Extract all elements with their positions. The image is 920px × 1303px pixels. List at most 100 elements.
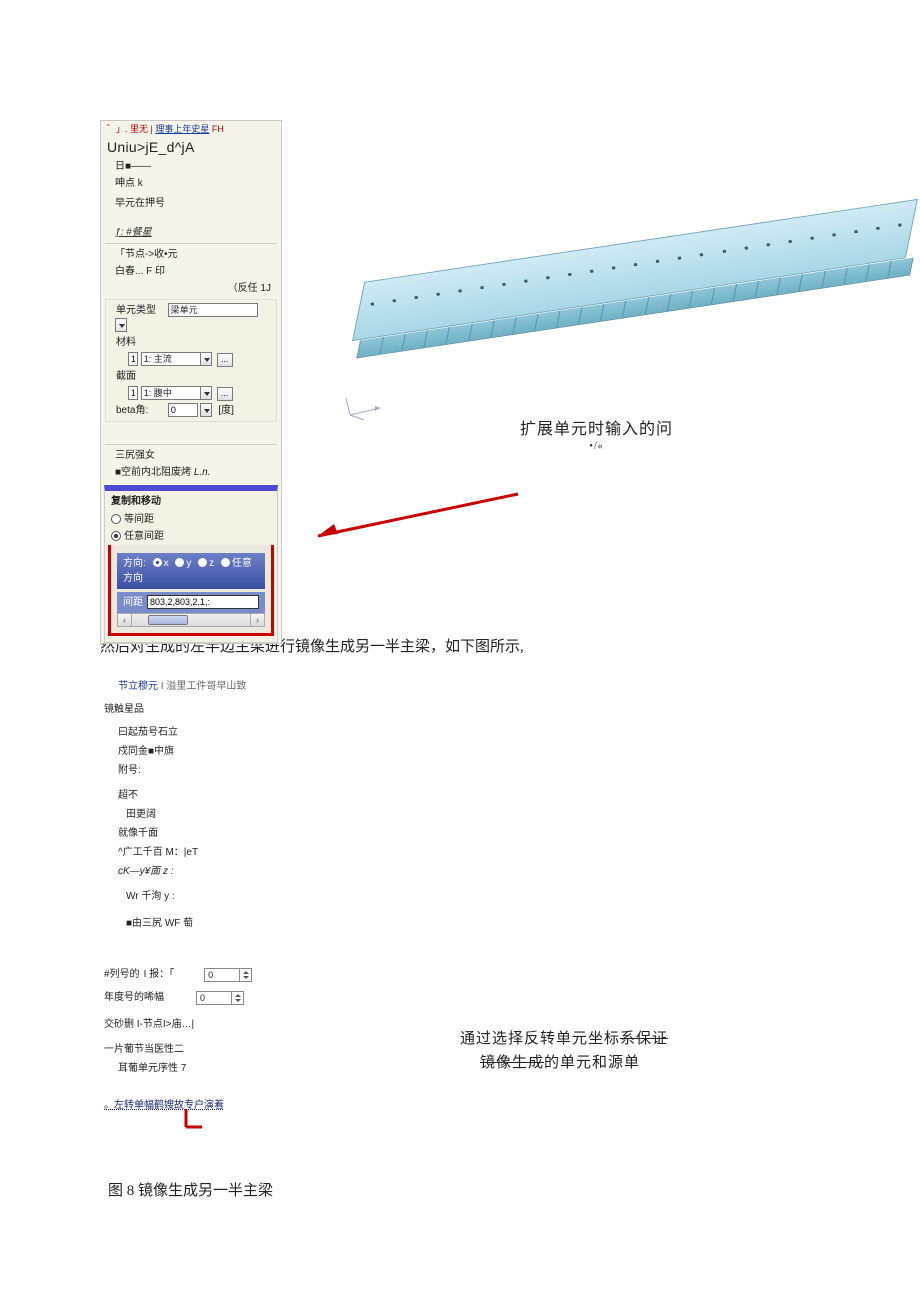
equal-spacing-option[interactable]: 等间距 [111, 511, 271, 528]
panel-row-6: 白春... F 印 [101, 263, 281, 280]
scroll-right-icon[interactable]: › [250, 614, 264, 626]
increment-spinner-2[interactable]: 0 [196, 991, 244, 1005]
figure-8-region: 节立穆元 I 溢里工件哥早山致 镜触星品 曰起茄号石立 戍同金■中旗 附号: 超… [100, 677, 820, 1167]
panel-big-text: Uniu>jE_d^jA [101, 137, 281, 158]
panel-row-3: 早元在押号 [101, 195, 281, 212]
beta-input[interactable] [168, 403, 198, 417]
fig7-annotation-main: 扩展单元时输入的问 [520, 421, 673, 438]
direction-label: 方向: [123, 558, 146, 569]
panel-row-6a: 白春... F 印 [115, 266, 165, 277]
fig7-annotation-sub: •/« [520, 441, 673, 452]
panel-row-8: ■空前内北阻废烤 L.n. [101, 464, 281, 481]
tab-b[interactable]: 溢里工件哥早山致 [166, 681, 246, 692]
fig8-annot-l2a: 镜像生成 [480, 1055, 544, 1071]
radio-z[interactable] [198, 558, 207, 567]
material-row: 1: 主流 ... [110, 351, 272, 368]
arbitrary-spacing-option[interactable]: 任意间距 [111, 528, 271, 545]
extend-panel: ゛」. 里无 | 理事上年史星 FH Uniu>jE_d^jA 日■—— 呻点 … [100, 120, 282, 644]
fig8-row-13: 年度号的唏幅 [104, 988, 164, 1007]
radio-y[interactable] [175, 558, 184, 567]
element-props-group: 单元类型 梁单元 材料 1: 主流 ... 截面 1: 腹中 ... be [105, 299, 277, 422]
fig8-row-12b: I 报：「 [144, 965, 175, 984]
fig8-annot-l1: 通过选择反转单元坐标系保证 [460, 1031, 668, 1047]
fig8-annotation: 通过选择反转单元坐标系保证 镜像生成的单元和源单 [460, 1027, 668, 1075]
copy-move-header: 复制和移动 [111, 494, 271, 509]
figure-8-caption: 图 8 镜像生成另一半主梁 [108, 1179, 820, 1200]
topline-link[interactable]: 理事上年史星 [155, 124, 209, 134]
distance-input[interactable] [147, 595, 259, 609]
dir-z-label: z [209, 558, 214, 569]
panel-scrollbar[interactable]: ‹ › [117, 613, 265, 627]
fig8-spinner-row-1: #列号的 I 报：「 0 [100, 963, 820, 986]
fig8-spinner-row-2: 年度号的唏幅 0 [100, 986, 820, 1009]
radio-icon [111, 531, 121, 541]
dropdown-caret-icon[interactable] [200, 352, 212, 366]
panel-row-8b: L.n. [194, 467, 211, 478]
fig8-annot-l1a: 通过选择反转单元坐标 [460, 1031, 620, 1047]
elem-type-row: 单元类型 梁单元 [110, 302, 272, 334]
fig8-row-7: 就像千面 [100, 824, 820, 843]
fig8-annot-l2b: 的单元和源单 [544, 1055, 640, 1071]
dropdown-caret-icon[interactable] [115, 318, 127, 332]
section-index-input[interactable] [128, 386, 138, 400]
figure-7-region: ゛」. 里无 | 理事上年史星 FH Uniu>jE_d^jA 日■—— 呻点 … [100, 120, 820, 580]
beta-unit: [度] [218, 405, 234, 416]
ucs-axes-icon [340, 390, 390, 420]
fig8-row-1: 镜触星品 [100, 700, 820, 719]
radio-x[interactable] [153, 558, 162, 567]
dropdown-caret-icon[interactable] [200, 403, 212, 417]
fig8-row-6: 田更阔 [100, 805, 820, 824]
callout-arrow-icon [298, 490, 528, 540]
fig8-row-8: ^广工千百 M：|eT [100, 843, 820, 862]
material-index-input[interactable] [128, 352, 138, 366]
panel-row-5: 「节点->收•元 [101, 246, 281, 263]
direction-bar: 方向: x y z 任意方向 [117, 553, 265, 589]
panel-row-6b: （反任 1J [101, 280, 281, 297]
section-row: 1: 腹中 ... [110, 385, 272, 402]
elem-type-label: 单元类型 [116, 303, 156, 318]
fig8-row-2: 曰起茄号石立 [100, 723, 820, 742]
panel-row-8a: ■空前内北阻废烤 [115, 467, 194, 478]
fig8-row-3: 戍同金■中旗 [100, 742, 820, 761]
equal-spacing-label: 等间距 [124, 514, 154, 525]
fig8-annot-l1b: 系保证 [620, 1031, 668, 1047]
panel-row-4: ƒ: #餐星 [101, 224, 281, 241]
beta-row: beta角: [度] [110, 402, 272, 419]
panel-topline: ゛」. 里无 | 理事上年史星 FH [101, 121, 281, 137]
material-label: 材料 [110, 334, 272, 351]
topline-right: FH [209, 124, 224, 134]
fig8-row-12a: #列号的 [104, 965, 140, 984]
section-select[interactable]: 1: 腹中 [141, 386, 201, 400]
material-select[interactable]: 1: 主流 [141, 352, 201, 366]
beam-model [370, 240, 900, 318]
more-button[interactable]: ... [217, 353, 233, 367]
scroll-left-icon[interactable]: ‹ [118, 614, 132, 626]
dropdown-caret-icon[interactable] [200, 386, 212, 400]
reverse-coord-link[interactable]: 。左转单幅鹤嫂故专户演着 [104, 1100, 224, 1111]
direction-distance-box: 方向: x y z 任意方向 间距 ‹ › [108, 545, 274, 636]
panel-row-1: 日■—— [101, 158, 281, 175]
dir-x-label: x [164, 558, 169, 569]
fig8-row-9: cK—y¥面 z : [100, 862, 820, 881]
distance-row: 间距 [117, 592, 265, 613]
increment-spinner-1[interactable]: 0 [204, 968, 252, 982]
arbitrary-spacing-label: 任意间距 [124, 531, 164, 542]
fig8-annot-l2: 镜像生成的单元和源单 [460, 1051, 668, 1075]
topline-left: ゛」. 里无 | [107, 124, 155, 134]
radio-icon [111, 514, 121, 524]
beta-label: beta角: [116, 403, 148, 418]
scroll-thumb[interactable] [148, 615, 188, 625]
fig8-tabbar: 节立穆元 I 溢里工件哥早山致 [100, 677, 820, 692]
radio-any[interactable] [221, 558, 230, 567]
fig8-row-10: Wr 千洵 y : [100, 887, 820, 906]
dir-y-label: y [186, 558, 191, 569]
distance-label: 间距 [123, 595, 143, 610]
fig8-row-5: 超不 [100, 786, 820, 805]
panel-row-7: 三尻强女 [101, 447, 281, 464]
tab-a[interactable]: 节立穆元 [118, 681, 158, 692]
fig8-row-11: ■由三尻 WF 萄 [100, 914, 820, 933]
panel-row-2: 呻点 k [101, 175, 281, 192]
fig7-annotation: 扩展单元时输入的问 •/« [520, 415, 673, 452]
elem-type-select[interactable]: 梁单元 [168, 303, 258, 317]
more-button[interactable]: ... [217, 387, 233, 401]
